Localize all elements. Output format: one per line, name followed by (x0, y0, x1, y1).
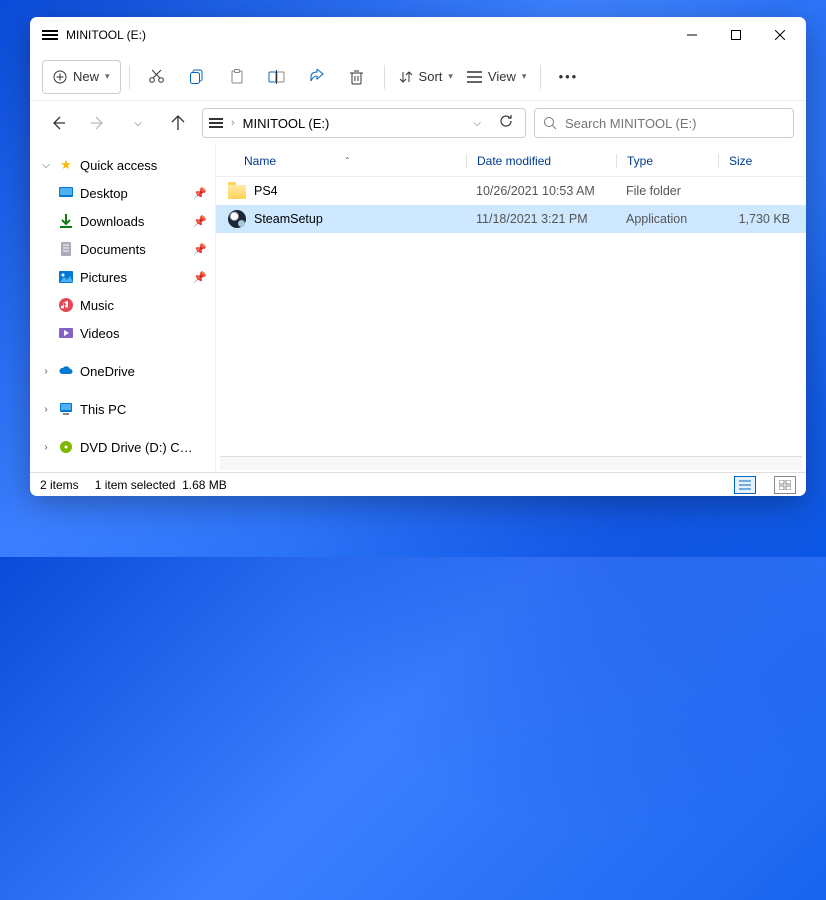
column-name[interactable]: Name ⌃ (216, 154, 466, 168)
videos-icon (58, 325, 74, 341)
disc-icon (58, 439, 74, 455)
file-list: Name ⌃ Date modified Type Size PS4 10/26… (216, 145, 806, 472)
rename-icon (268, 69, 285, 85)
search-input[interactable] (565, 116, 785, 131)
address-bar[interactable]: › MINITOOL (E:) ⌵ (202, 108, 526, 138)
column-type[interactable]: Type (616, 154, 718, 168)
sort-icon (399, 70, 413, 84)
rename-button[interactable] (258, 60, 296, 94)
search-icon (543, 116, 557, 130)
chevron-down-icon: ▾ (448, 71, 453, 82)
forward-button[interactable] (82, 107, 114, 139)
sort-label: Sort (419, 69, 443, 84)
share-icon (309, 69, 325, 85)
sidebar-item-quick-access[interactable]: ⌵ ★ Quick access (30, 151, 215, 179)
new-button[interactable]: New ▾ (42, 60, 121, 94)
chevron-right-icon: › (40, 404, 52, 415)
share-button[interactable] (298, 60, 336, 94)
status-item-count: 2 items (40, 478, 79, 492)
desktop-icon (58, 185, 74, 201)
thumbnails-view-button[interactable] (774, 476, 796, 494)
back-button[interactable] (42, 107, 74, 139)
sidebar-item-pictures[interactable]: Pictures 📌 (30, 263, 215, 291)
sort-button[interactable]: Sort ▾ (393, 60, 459, 94)
ellipsis-icon: ••• (559, 69, 579, 84)
titlebar: MINITOOL (E:) (30, 17, 806, 53)
new-label: New (73, 69, 99, 84)
download-icon (58, 213, 74, 229)
sidebar-item-videos[interactable]: Videos (30, 319, 215, 347)
drive-icon (42, 34, 58, 36)
file-row-application[interactable]: SteamSetup 11/18/2021 3:21 PM Applicatio… (216, 205, 806, 233)
music-icon (58, 297, 74, 313)
view-button[interactable]: View ▾ (461, 60, 532, 94)
status-bar: 2 items 1 item selected 1.68 MB (30, 472, 806, 496)
sort-indicator-icon: ⌃ (344, 156, 351, 165)
up-button[interactable] (162, 107, 194, 139)
column-size[interactable]: Size (718, 154, 806, 168)
chevron-down-icon: ⌵ (40, 160, 52, 171)
pin-icon: 📌 (193, 187, 207, 200)
column-date[interactable]: Date modified (466, 154, 616, 168)
cut-button[interactable] (138, 60, 176, 94)
folder-icon (228, 185, 246, 199)
file-row-folder[interactable]: PS4 10/26/2021 10:53 AM File folder (216, 177, 806, 205)
pin-icon: 📌 (193, 243, 207, 256)
paste-icon (229, 69, 245, 85)
address-path: MINITOOL (E:) (243, 116, 462, 131)
search-box[interactable] (534, 108, 794, 138)
horizontal-scrollbar[interactable] (220, 456, 802, 470)
view-icon (467, 71, 482, 83)
trash-icon (349, 69, 364, 85)
sidebar-item-desktop[interactable]: Desktop 📌 (30, 179, 215, 207)
sidebar-item-downloads[interactable]: Downloads 📌 (30, 207, 215, 235)
minimize-button[interactable] (670, 20, 714, 50)
chevron-right-icon: › (40, 442, 52, 453)
documents-icon (58, 241, 74, 257)
pictures-icon (58, 269, 74, 285)
paste-button[interactable] (218, 60, 256, 94)
chevron-right-icon: › (40, 366, 52, 377)
refresh-button[interactable] (493, 114, 519, 133)
status-selection: 1 item selected 1.68 MB (95, 478, 227, 492)
sidebar-item-documents[interactable]: Documents 📌 (30, 235, 215, 263)
close-button[interactable] (758, 20, 802, 50)
chevron-down-icon: ⌵ (134, 118, 142, 129)
chevron-down-icon: ▾ (522, 71, 527, 82)
toolbar: New ▾ Sort ▾ View ▾ (30, 53, 806, 101)
recent-button[interactable]: ⌵ (122, 107, 154, 139)
sidebar-item-dvd[interactable]: › DVD Drive (D:) C… (30, 433, 215, 461)
star-icon: ★ (58, 157, 74, 173)
scissors-icon (148, 68, 165, 85)
pc-icon (58, 401, 74, 417)
pin-icon: 📌 (193, 271, 207, 284)
copy-icon (189, 69, 205, 85)
breadcrumb-separator: › (231, 117, 235, 129)
content-area: ⌵ ★ Quick access Desktop 📌 Downloads 📌 D… (30, 145, 806, 472)
column-headers: Name ⌃ Date modified Type Size (216, 145, 806, 177)
chevron-down-icon: ▾ (105, 71, 110, 82)
sidebar: ⌵ ★ Quick access Desktop 📌 Downloads 📌 D… (30, 145, 216, 472)
window-title: MINITOOL (E:) (66, 28, 146, 42)
explorer-window: MINITOOL (E:) New ▾ (30, 17, 806, 496)
address-bar-row: ⌵ › MINITOOL (E:) ⌵ (30, 101, 806, 145)
details-view-button[interactable] (734, 476, 756, 494)
view-label: View (488, 69, 516, 84)
sidebar-item-onedrive[interactable]: › OneDrive (30, 357, 215, 385)
cloud-icon (58, 363, 74, 379)
steam-icon (228, 210, 246, 228)
sidebar-item-this-pc[interactable]: › This PC (30, 395, 215, 423)
chevron-down-icon[interactable]: ⌵ (469, 118, 485, 129)
copy-button[interactable] (178, 60, 216, 94)
more-button[interactable]: ••• (549, 60, 587, 94)
delete-button[interactable] (338, 60, 376, 94)
maximize-button[interactable] (714, 20, 758, 50)
drive-icon (209, 122, 223, 124)
pin-icon: 📌 (193, 215, 207, 228)
sidebar-item-music[interactable]: Music (30, 291, 215, 319)
